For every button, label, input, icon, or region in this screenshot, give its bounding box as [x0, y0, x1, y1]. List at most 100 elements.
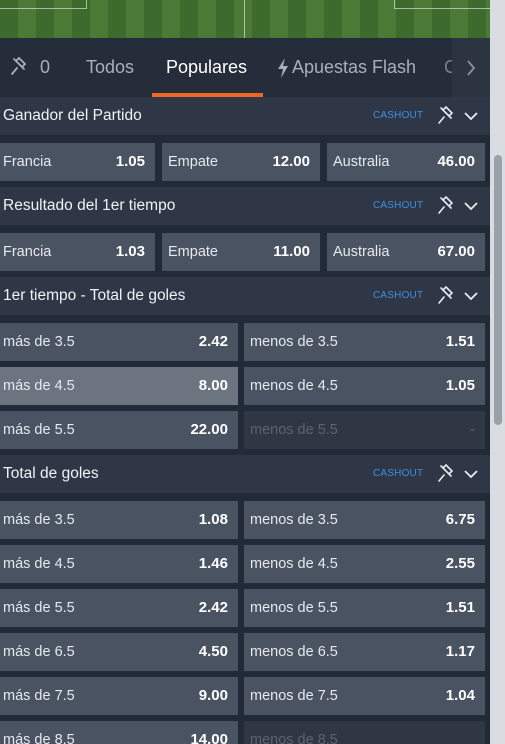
odds-button[interactable]: más de 6.5 4.50 — [0, 633, 238, 671]
chevron-down-icon[interactable] — [463, 111, 479, 121]
odds-button[interactable]: Empate 11.00 — [162, 233, 320, 271]
match-pitch-banner — [0, 0, 490, 38]
outcome-label: menos de 8.5 — [250, 732, 338, 744]
odds-value: 8.00 — [198, 377, 228, 394]
outcome-label: Empate — [168, 154, 218, 170]
odds-value: 1.05 — [445, 377, 475, 394]
outcome-label: más de 4.5 — [3, 378, 75, 394]
outcome-label: Francia — [3, 154, 52, 170]
market-tabs: 0 Todos Populares Apuestas Flash C — [0, 38, 490, 97]
outcome-label: menos de 5.5 — [250, 422, 338, 438]
odds-button[interactable]: más de 3.5 2.42 — [0, 323, 238, 361]
cashout-badge: CASHOUT — [373, 200, 424, 211]
pin-icon[interactable] — [436, 464, 456, 484]
odds-button[interactable]: más de 5.5 22.00 — [0, 411, 238, 449]
market-header-ganador[interactable]: Ganador del Partido CASHOUT — [0, 97, 490, 135]
pitch-line — [244, 0, 245, 38]
odds-value: 1.03 — [115, 243, 145, 260]
odds-button[interactable]: menos de 7.5 1.04 — [244, 677, 485, 715]
odds-value: 22.00 — [190, 421, 228, 438]
tab-pinned[interactable]: 0 — [6, 38, 56, 97]
outcome-label: más de 3.5 — [3, 512, 75, 528]
pitch-line — [0, 0, 87, 9]
tab-populares[interactable]: Populares — [152, 38, 263, 97]
market-header-total-goles[interactable]: Total de goles CASHOUT — [0, 455, 490, 493]
odds-button[interactable]: más de 3.5 1.08 — [0, 501, 238, 539]
tab-apuestas-flash[interactable]: Apuestas Flash — [276, 38, 416, 97]
odds-value: 1.46 — [198, 555, 228, 572]
market-header-1er-tiempo-total-goles[interactable]: 1er tiempo - Total de goles CASHOUT — [0, 277, 490, 315]
outcome-label: menos de 4.5 — [250, 556, 338, 572]
odds-button[interactable]: menos de 6.5 1.17 — [244, 633, 485, 671]
chevron-down-icon[interactable] — [463, 201, 479, 211]
cashout-badge: CASHOUT — [373, 110, 424, 121]
cashout-badge: CASHOUT — [373, 290, 424, 301]
odds-value: 1.51 — [445, 599, 475, 616]
outcome-label: menos de 6.5 — [250, 644, 338, 660]
odds-value: 1.08 — [198, 511, 228, 528]
outcome-label: más de 4.5 — [3, 556, 75, 572]
pin-icon[interactable] — [436, 106, 456, 126]
market-header-resultado-1er-tiempo[interactable]: Resultado del 1er tiempo CASHOUT — [0, 187, 490, 225]
outcome-label: menos de 3.5 — [250, 512, 338, 528]
odds-value: 2.42 — [198, 333, 228, 350]
odds-button-disabled: menos de 8.5 — [244, 721, 485, 744]
outcome-label: Australia — [333, 244, 390, 260]
tab-todos[interactable]: Todos — [86, 38, 134, 97]
odds-button[interactable]: Francia 1.03 — [0, 233, 155, 271]
tabs-scroll-right-button[interactable] — [452, 38, 490, 97]
odds-button[interactable]: menos de 3.5 6.75 — [244, 501, 485, 539]
odds-value: 67.00 — [437, 243, 475, 260]
odds-button[interactable]: más de 8.5 14.00 — [0, 721, 238, 744]
outcome-label: menos de 5.5 — [250, 600, 338, 616]
outcome-label: menos de 3.5 — [250, 334, 338, 350]
odds-value: 12.00 — [272, 153, 310, 170]
odds-value: 1.17 — [445, 643, 475, 660]
odds-button[interactable]: menos de 3.5 1.51 — [244, 323, 485, 361]
lightning-icon — [278, 58, 288, 79]
odds-button[interactable]: más de 7.5 9.00 — [0, 677, 238, 715]
pin-icon[interactable] — [436, 196, 456, 216]
chevron-down-icon[interactable] — [463, 469, 479, 479]
outcome-label: más de 7.5 — [3, 688, 75, 704]
odds-value: 46.00 — [437, 153, 475, 170]
odds-value: 2.42 — [198, 599, 228, 616]
market-title: Ganador del Partido — [3, 107, 142, 124]
pitch-line — [394, 0, 490, 9]
odds-button[interactable]: menos de 5.5 1.51 — [244, 589, 485, 627]
market-title: 1er tiempo - Total de goles — [3, 287, 186, 304]
outcome-label: Francia — [3, 244, 52, 260]
odds-button[interactable]: menos de 4.5 2.55 — [244, 545, 485, 583]
outcome-label: menos de 7.5 — [250, 688, 338, 704]
odds-value: 6.75 — [445, 511, 475, 528]
odds-button[interactable]: Francia 1.05 — [0, 143, 155, 181]
outcome-label: más de 3.5 — [3, 334, 75, 350]
market-title: Total de goles — [3, 465, 99, 482]
odds-button[interactable]: Australia 67.00 — [327, 233, 485, 271]
odds-value: - — [470, 421, 475, 438]
chevron-down-icon[interactable] — [463, 291, 479, 301]
tab-label: Populares — [166, 57, 248, 77]
outcome-label: más de 5.5 — [3, 600, 75, 616]
odds-button[interactable]: más de 4.5 1.46 — [0, 545, 238, 583]
odds-button[interactable]: más de 5.5 2.42 — [0, 589, 238, 627]
odds-value: 9.00 — [198, 687, 228, 704]
scrollbar-thumb[interactable] — [494, 155, 502, 425]
odds-value: 1.04 — [445, 687, 475, 704]
odds-button-hovered[interactable]: más de 4.5 8.00 — [0, 367, 238, 405]
outcome-label: Empate — [168, 244, 218, 260]
market-title: Resultado del 1er tiempo — [3, 197, 176, 214]
tab-label: Apuestas Flash — [292, 57, 417, 77]
pin-icon — [11, 56, 27, 75]
odds-value: 11.00 — [273, 243, 310, 260]
pinned-count: 0 — [40, 57, 51, 77]
odds-value: 4.50 — [198, 643, 228, 660]
pin-icon[interactable] — [436, 286, 456, 306]
outcome-label: menos de 4.5 — [250, 378, 338, 394]
odds-button[interactable]: menos de 4.5 1.05 — [244, 367, 485, 405]
odds-value: 1.05 — [115, 153, 145, 170]
outcome-label: más de 5.5 — [3, 422, 75, 438]
chevron-right-icon — [467, 60, 476, 76]
odds-button[interactable]: Empate 12.00 — [162, 143, 320, 181]
odds-button[interactable]: Australia 46.00 — [327, 143, 485, 181]
